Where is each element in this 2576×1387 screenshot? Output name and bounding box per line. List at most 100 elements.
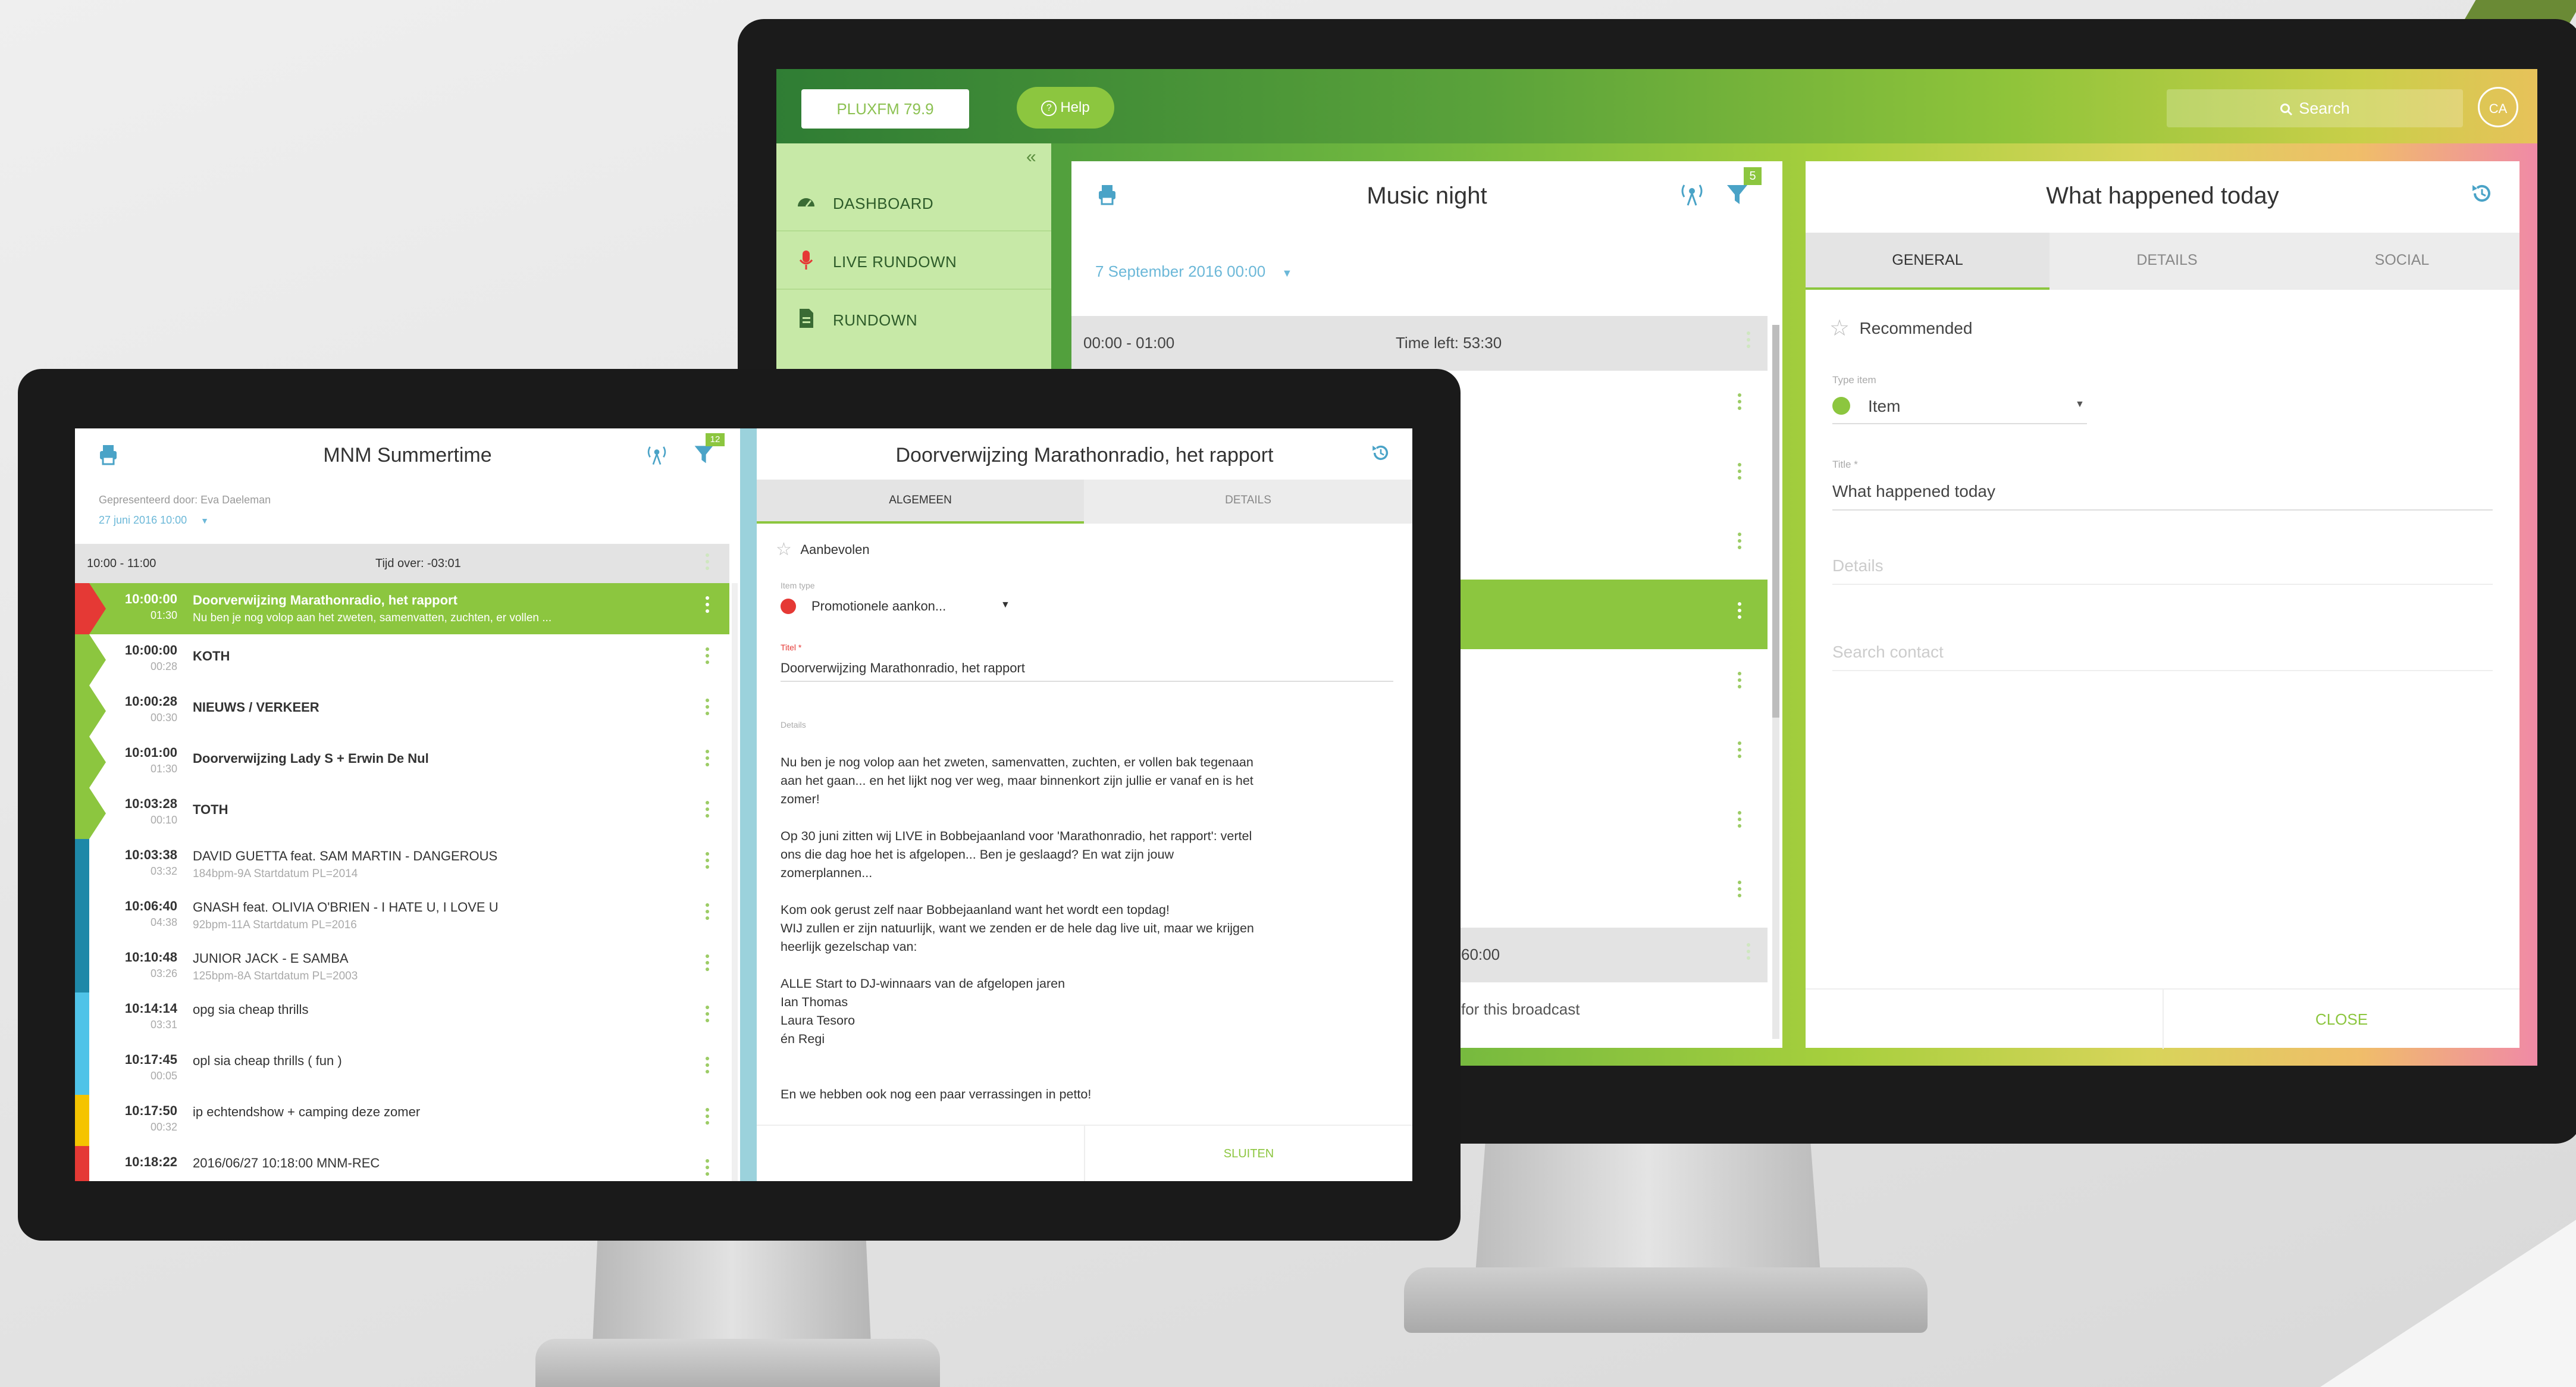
more-options-icon[interactable]: [1738, 881, 1743, 900]
rundown-row[interactable]: 10:03:38 03:32 DAVID GUETTA feat. SAM MART…: [75, 839, 729, 891]
sidebar-item-live-rundown[interactable]: LIVE RUNDOWN: [776, 231, 1051, 290]
more-options-icon[interactable]: [706, 954, 710, 974]
sidebar-item-dashboard[interactable]: DASHBOARD: [776, 173, 1051, 231]
rundown-row[interactable]: 10:00:00 00:28 KOTH: [75, 634, 729, 687]
rundown-row-active[interactable]: 10:00:00 01:30 Doorverwijzing Marathonradi…: [75, 583, 729, 635]
tab-social[interactable]: SOCIAL: [2284, 233, 2519, 290]
front-monitor-stand-base: [535, 1339, 940, 1387]
more-options-icon[interactable]: [1747, 943, 1751, 963]
details-line: Kom ook gerust zelf naar Bobbejaanland w…: [781, 903, 1170, 917]
status-dot-icon: [781, 599, 796, 614]
detail-footer: SLUITEN: [757, 1125, 1412, 1181]
dropdown-arrow-icon: ▼: [2075, 399, 2085, 409]
scrollbar[interactable]: [1772, 325, 1779, 1039]
more-options-icon[interactable]: [1738, 602, 1743, 622]
history-icon[interactable]: [2469, 180, 2495, 206]
more-options-icon[interactable]: [1738, 672, 1743, 691]
more-options-icon[interactable]: [1738, 811, 1743, 831]
tab-algemeen[interactable]: ALGEMEEN: [757, 480, 1084, 524]
tab-details[interactable]: DETAILS: [1084, 480, 1412, 524]
tab-label: DETAILS: [2136, 252, 2198, 268]
tab-general[interactable]: GENERAL: [1806, 233, 2049, 290]
item-marker-icon: [89, 737, 106, 788]
scrollbar-thumb[interactable]: [1772, 325, 1779, 718]
rundown-date-select[interactable]: 7 September 2016 00:00 ▼: [1095, 262, 1292, 281]
item-title: GNASH feat. OLIVIA O'BRIEN - I HATE U, I…: [193, 900, 499, 915]
item-duration: 00:28: [150, 660, 177, 672]
type-select[interactable]: Item ▼: [1832, 390, 2087, 424]
rundown-row[interactable]: 10:17:45 00:05 opl sia cheap thrills ( fun…: [75, 1044, 729, 1096]
rundown-row[interactable]: 10:01:00 01:30 Doorverwijzing Lady S + Erw…: [75, 737, 729, 789]
more-options-icon[interactable]: [706, 750, 710, 769]
rundown-row[interactable]: 10:00:28 00:30 NIEUWS / VERKEER: [75, 685, 729, 738]
more-options-icon[interactable]: [1738, 741, 1743, 761]
recommended-toggle[interactable]: ☆ Recommended: [1829, 315, 1972, 342]
rundown-row[interactable]: 10:10:48 03:26 JUNIOR JACK - E SAMBA 125bpm…: [75, 941, 729, 994]
search-input[interactable]: Search: [2167, 89, 2463, 127]
details-line: heerlijk gezelschap van:: [781, 940, 917, 954]
sidebar-item-label: DASHBOARD: [833, 195, 934, 212]
broadcast-icon[interactable]: [645, 443, 669, 466]
tab-details[interactable]: DETAILS: [2049, 233, 2284, 290]
rundown-date: 7 September 2016 00:00: [1095, 262, 1266, 280]
details-line: ALLE Start to DJ-winnaars van de afgelop…: [781, 976, 1066, 991]
collapse-sidebar-button[interactable]: «: [1026, 147, 1036, 167]
avatar[interactable]: CA: [2478, 87, 2518, 127]
rundown-row[interactable]: 10:17:50 00:32 ip echtendshow + camping de…: [75, 1095, 729, 1147]
type-select[interactable]: Promotionele aankon... ▼: [781, 593, 1019, 619]
more-options-icon[interactable]: [706, 647, 710, 667]
more-options-icon[interactable]: [1738, 393, 1743, 413]
presented-by: Gepresenteerd door: Eva Daeleman: [99, 494, 271, 506]
more-options-icon[interactable]: [706, 903, 710, 923]
details-textarea[interactable]: Nu ben je nog volop aan het zweten, same…: [781, 753, 1399, 1104]
more-options-icon[interactable]: [706, 852, 710, 872]
history-icon[interactable]: [1370, 442, 1392, 464]
hour-range: 00:00 - 01:00: [1083, 334, 1175, 352]
more-options-icon[interactable]: [706, 1057, 710, 1076]
more-options-icon[interactable]: [706, 1006, 710, 1025]
details-line: En we hebben ook nog een paar verrassing…: [781, 1087, 1092, 1101]
item-detail-panel: What happened today GENERAL DETAILS SOCI…: [1806, 161, 2519, 1049]
rundown-row[interactable]: 10:03:28 00:10 TOTH: [75, 788, 729, 840]
tab-label: SOCIAL: [2374, 252, 2430, 268]
item-duration: 00:32: [150, 1121, 177, 1133]
details-line: Nu ben je nog volop aan het zweten, same…: [781, 755, 1253, 769]
details-line: zomer!: [781, 792, 820, 806]
filter-icon[interactable]: [1725, 181, 1750, 206]
item-title: Doorverwijzing Marathonradio, het rappor…: [193, 593, 457, 608]
help-button[interactable]: ? Help: [1017, 87, 1114, 129]
sidebar-item-rundown[interactable]: RUNDOWN: [776, 290, 1051, 347]
details-field[interactable]: Details: [1832, 548, 2493, 585]
program-date-select[interactable]: 27 juni 2016 10:00 ▼: [99, 514, 209, 527]
more-options-icon[interactable]: [706, 801, 710, 821]
scrollbar[interactable]: [732, 583, 738, 1181]
front-monitor-screen: MNM Summertime 12 Gepresenteerd door: Ev…: [75, 428, 1412, 1181]
broadcast-icon[interactable]: [1678, 180, 1706, 208]
item-start-time: 10:14:14: [124, 1001, 177, 1016]
rundown-title: Music night: [1367, 183, 1487, 209]
close-button[interactable]: CLOSE: [2164, 990, 2519, 1049]
rundown-row[interactable]: 10:06:40 04:38 GNASH feat. OLIVIA O'BRIEN …: [75, 890, 729, 943]
item-start-time: 10:18:22: [124, 1154, 177, 1169]
title-value: What happened today: [1832, 482, 1995, 500]
item-title: ip echtendshow + camping deze zomer: [193, 1104, 421, 1119]
help-circle-icon: ?: [1041, 100, 1057, 116]
title-field[interactable]: Doorverwijzing Marathonradio, het rappor…: [781, 655, 1393, 682]
more-options-icon[interactable]: [706, 596, 710, 616]
recommended-toggle[interactable]: ☆ Aanbevolen: [776, 539, 870, 560]
more-options-icon[interactable]: [706, 553, 710, 573]
details-label: Details: [781, 720, 806, 729]
item-marker-icon: [89, 685, 106, 737]
rundown-row[interactable]: 10:18:22 2016/06/27 10:18:00 MNM-REC: [75, 1146, 729, 1181]
more-options-icon[interactable]: [1738, 463, 1743, 483]
more-options-icon[interactable]: [1738, 533, 1743, 552]
more-options-icon[interactable]: [706, 1108, 710, 1128]
more-options-icon[interactable]: [1747, 331, 1751, 351]
title-field[interactable]: What happened today: [1832, 474, 2493, 511]
close-button[interactable]: SLUITEN: [1085, 1126, 1412, 1181]
rundown-row[interactable]: 10:14:14 03:31 opg sia cheap thrills: [75, 992, 729, 1045]
more-options-icon[interactable]: [706, 699, 710, 718]
station-button[interactable]: PLUXFM 79.9: [801, 89, 969, 129]
more-options-icon[interactable]: [706, 1159, 710, 1179]
search-contact-field[interactable]: Search contact: [1832, 634, 2493, 671]
